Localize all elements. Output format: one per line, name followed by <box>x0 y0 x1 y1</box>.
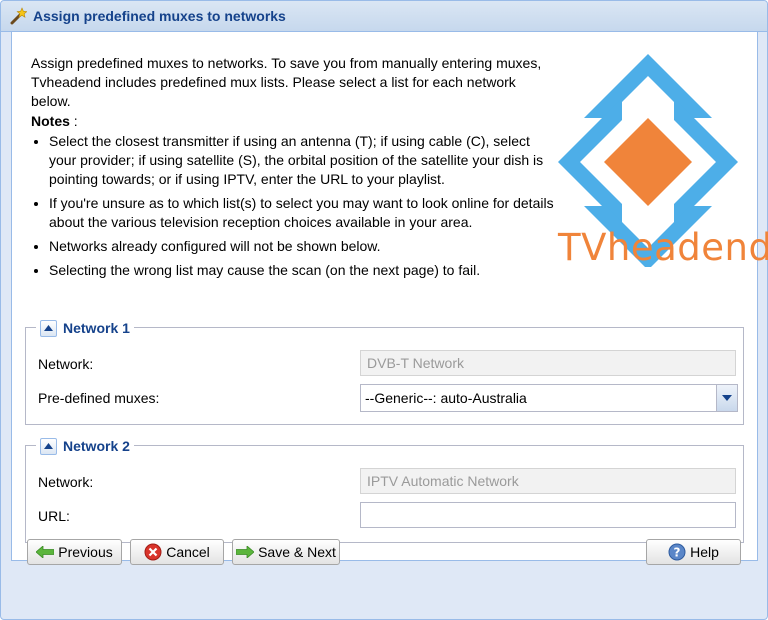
help-button-label: Help <box>690 544 719 560</box>
triangle-up-icon <box>44 443 53 449</box>
help-icon: ? <box>668 543 686 561</box>
network-1-network-field <box>360 350 736 376</box>
network-1-title: Network 1 <box>63 320 130 336</box>
note-item: Selecting the wrong list may cause the s… <box>49 261 554 280</box>
network-1-fieldset: Network 1 Network: Pre-defined muxes: --… <box>25 318 744 425</box>
arrow-left-icon <box>36 544 55 560</box>
notes-suffix: : <box>69 113 78 129</box>
wizard-body: Assign predefined muxes to networks. To … <box>11 32 768 561</box>
triangle-up-icon <box>44 325 53 331</box>
save-next-button[interactable]: Save & Next <box>232 539 340 565</box>
network-1-network-label: Network: <box>38 356 94 372</box>
network-2-url-label: URL: <box>38 508 70 524</box>
arrow-right-icon <box>236 544 255 560</box>
cancel-button-label: Cancel <box>166 544 210 560</box>
cancel-button[interactable]: Cancel <box>130 539 224 565</box>
predefined-muxes-value: --Generic--: auto-Australia <box>365 390 527 406</box>
network-2-fieldset: Network 2 Network: URL: <box>25 436 744 543</box>
url-input[interactable] <box>360 502 736 528</box>
notes-list: Select the closest transmitter if using … <box>31 132 554 285</box>
previous-button-label: Previous <box>58 544 113 560</box>
network-2-title: Network 2 <box>63 438 130 454</box>
svg-text:?: ? <box>674 546 681 560</box>
chevron-down-icon <box>722 395 732 401</box>
network-2-url-row: URL: <box>38 502 736 530</box>
network-2-network-field <box>360 468 736 494</box>
network-2-legend: Network 2 <box>36 436 134 456</box>
save-next-button-label: Save & Next <box>258 544 336 560</box>
window-titlebar: Assign predefined muxes to networks <box>1 1 767 32</box>
predefined-muxes-dropdown-trigger[interactable] <box>716 385 737 411</box>
network-1-legend: Network 1 <box>36 318 134 338</box>
predefined-muxes-select[interactable]: --Generic--: auto-Australia <box>360 384 738 412</box>
wand-icon <box>10 7 27 25</box>
note-item: Select the closest transmitter if using … <box>49 132 554 189</box>
intro-text: Assign predefined muxes to networks. To … <box>31 55 542 109</box>
cancel-icon <box>144 543 162 561</box>
note-item: Networks already configured will not be … <box>49 237 554 256</box>
network-1-muxes-label: Pre-defined muxes: <box>38 390 160 406</box>
network-1-muxes-row: Pre-defined muxes: --Generic--: auto-Aus… <box>38 384 738 412</box>
window-title: Assign predefined muxes to networks <box>33 8 286 24</box>
collapse-network-1-button[interactable] <box>40 319 57 337</box>
collapse-network-2-button[interactable] <box>40 437 57 455</box>
notes-label: Notes <box>31 113 70 129</box>
wizard-window: Assign predefined muxes to networks Assi… <box>0 0 768 620</box>
previous-button[interactable]: Previous <box>27 539 122 565</box>
help-button[interactable]: ? Help <box>646 539 741 565</box>
network-1-network-row: Network: <box>38 350 736 378</box>
notes-heading: Notes : <box>31 112 78 131</box>
network-2-network-row: Network: <box>38 468 736 496</box>
note-item: If you're unsure as to which list(s) to … <box>49 194 554 232</box>
network-2-network-label: Network: <box>38 474 94 490</box>
tvheadend-logo-text: TVheadend <box>558 226 768 269</box>
